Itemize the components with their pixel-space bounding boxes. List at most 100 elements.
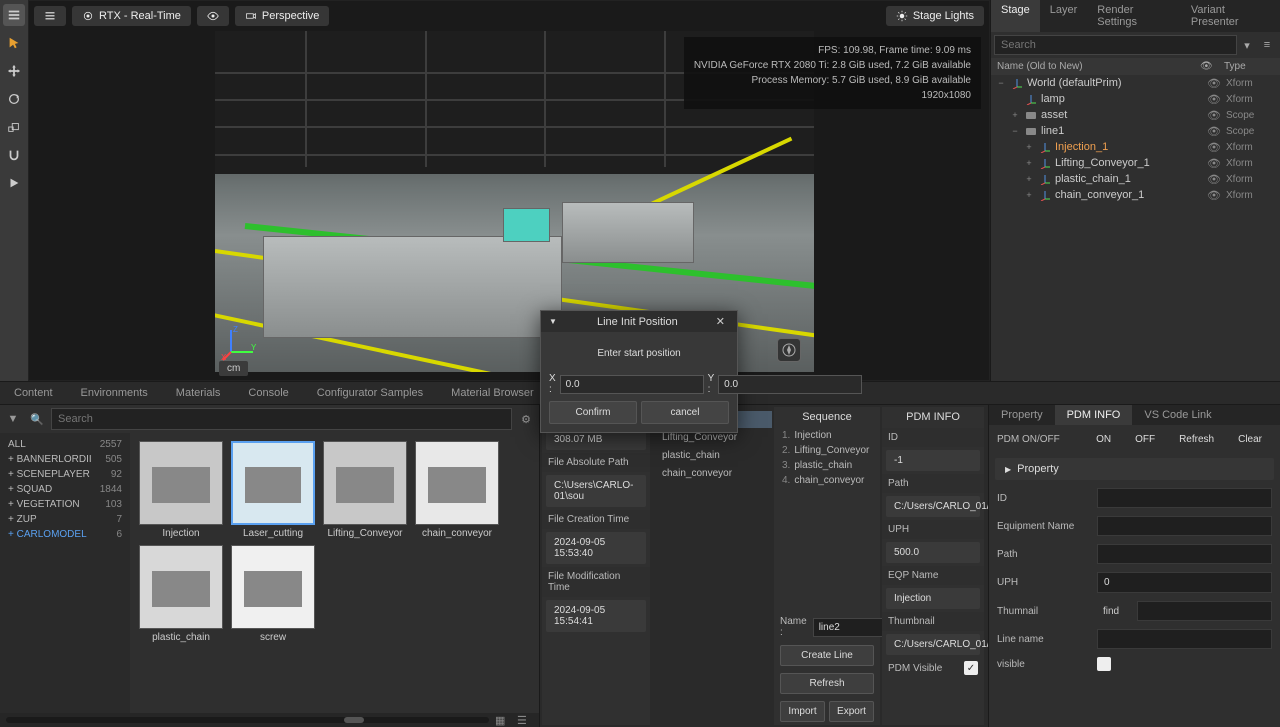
expander-icon[interactable]: + [1009,110,1021,120]
tree-row[interactable]: lamp👁Xform [991,91,1280,107]
tree-row[interactable]: +Injection_1👁Xform [991,139,1280,155]
content-tab-content[interactable]: Content [0,382,67,404]
eye-icon[interactable]: 👁 [1202,77,1226,90]
stage-col-name[interactable]: Name (Old to New) [997,61,1200,72]
eye-icon[interactable]: 👁 [1202,109,1226,122]
content-tab-configurator-samples[interactable]: Configurator Samples [303,382,437,404]
tool-settings[interactable] [3,4,25,26]
tree-row[interactable]: −World (defaultPrim)👁Xform [991,75,1280,91]
prop-path-input[interactable] [1097,544,1272,564]
stage-tab-render-settings[interactable]: Render Settings [1087,0,1181,32]
eye-icon[interactable]: 👁 [1202,157,1226,170]
thumbnail-item[interactable]: plastic_chain [138,545,224,643]
thumbnail-item[interactable]: Injection [138,441,224,539]
eye-icon[interactable]: 👁 [1202,173,1226,186]
equipment-item[interactable]: chain_conveyor [652,465,772,482]
category-item[interactable]: + SQUAD1844 [0,482,130,497]
y-input[interactable] [718,375,862,394]
content-tab-materials[interactable]: Materials [162,382,235,404]
prop-visible-checkbox[interactable] [1097,657,1111,671]
pdm-on-button[interactable]: ON [1086,431,1121,448]
prop-uph-input[interactable]: 0 [1097,572,1272,593]
category-item[interactable]: ALL2557 [0,437,130,452]
content-tab-environments[interactable]: Environments [67,382,162,404]
expander-icon[interactable]: + [1023,142,1035,152]
content-tab-material-browser[interactable]: Material Browser [437,382,548,404]
category-item[interactable]: + BANNERLORDII505 [0,452,130,467]
refresh-button[interactable]: Refresh [780,673,874,694]
viewport-settings-icon[interactable] [34,6,66,26]
thumbnail-item[interactable]: screw [230,545,316,643]
prop-tab-property[interactable]: Property [989,405,1055,425]
eye-icon[interactable]: 👁 [1202,93,1226,106]
category-item[interactable]: + CARLOMODEL6 [0,527,130,542]
collapse-icon[interactable]: ▼ [549,317,557,326]
expander-icon[interactable]: − [995,78,1007,88]
tool-snap[interactable] [3,144,25,166]
tool-scale[interactable] [3,116,25,138]
expander-icon[interactable]: + [1023,174,1035,184]
find-button[interactable]: find [1097,604,1125,619]
tool-move[interactable] [3,60,25,82]
tree-row[interactable]: +asset👁Scope [991,107,1280,123]
thumbnail-item[interactable]: chain_conveyor [414,441,500,539]
create-line-button[interactable]: Create Line [780,645,874,666]
stage-search-input[interactable] [994,35,1237,55]
stage-tab-stage[interactable]: Stage [991,0,1040,32]
camera-dropdown[interactable]: Perspective [235,6,329,26]
gear-icon[interactable]: ⚙ [516,409,536,429]
import-button[interactable]: Import [780,701,825,722]
prop-tab-pdm-info[interactable]: PDM INFO [1055,405,1133,425]
filter-icon[interactable]: ▾ [1237,35,1257,55]
render-mode-dropdown[interactable]: RTX - Real-Time [72,6,191,26]
stage-col-type[interactable]: Type [1224,61,1274,72]
stage-tree[interactable]: −World (defaultPrim)👁Xformlamp👁Xform+ass… [991,75,1280,381]
prop-id-input[interactable] [1097,488,1272,508]
expander-icon[interactable]: + [1023,158,1035,168]
prop-tab-vs-code-link[interactable]: VS Code Link [1132,405,1223,425]
stage-tab-layer[interactable]: Layer [1040,0,1088,32]
browser-search-input[interactable] [51,408,512,430]
list-view-icon[interactable]: ☰ [517,714,533,727]
eye-icon[interactable]: 👁 [1202,189,1226,202]
x-input[interactable] [560,375,704,394]
filter-icon[interactable]: ▼ [3,409,23,429]
category-item[interactable]: + ZUP7 [0,512,130,527]
eye-icon[interactable]: 👁 [1202,141,1226,154]
equipment-item[interactable]: plastic_chain [652,447,772,464]
property-section-header[interactable]: ▶Property [995,458,1274,480]
expander-icon[interactable]: + [1023,190,1035,200]
tool-rotate[interactable] [3,88,25,110]
pdm-clear-button[interactable]: Clear [1228,431,1272,448]
tree-row[interactable]: −line1👁Scope [991,123,1280,139]
prop-eqp-input[interactable] [1097,516,1272,536]
prop-line-input[interactable] [1097,629,1272,649]
tree-row[interactable]: +plastic_chain_1👁Xform [991,171,1280,187]
menu-icon[interactable]: ≡ [1257,35,1277,55]
expander-icon[interactable]: − [1009,126,1021,136]
thumb-size-slider[interactable] [6,717,489,723]
category-item[interactable]: + VEGETATION103 [0,497,130,512]
confirm-button[interactable]: Confirm [549,401,637,424]
tool-select[interactable] [3,32,25,54]
content-tab-console[interactable]: Console [234,382,302,404]
thumbnail-item[interactable]: Laser_cutting [230,441,316,539]
export-button[interactable]: Export [829,701,874,722]
tree-row[interactable]: +Lifting_Conveyor_1👁Xform [991,155,1280,171]
visibility-toggle-icon[interactable] [197,6,229,26]
close-icon[interactable]: ✕ [712,315,729,328]
pdm-off-button[interactable]: OFF [1125,431,1165,448]
pdm-visible-checkbox[interactable]: ✓ [964,661,978,675]
cancel-button[interactable]: cancel [641,401,729,424]
category-item[interactable]: + SCENEPLAYER92 [0,467,130,482]
prop-thumb-input[interactable] [1137,601,1272,621]
axis-gizmo[interactable]: ZYX [221,322,261,362]
stage-tab-variant-presenter[interactable]: Variant Presenter [1181,0,1280,32]
compass-icon[interactable] [777,338,801,362]
thumbnail-item[interactable]: Lifting_Conveyor [322,441,408,539]
grid-view-icon[interactable]: ▦ [495,714,511,727]
search-icon[interactable]: 🔍 [27,409,47,429]
tool-play[interactable] [3,172,25,194]
tree-row[interactable]: +chain_conveyor_1👁Xform [991,187,1280,203]
eye-icon[interactable]: 👁 [1202,125,1226,138]
